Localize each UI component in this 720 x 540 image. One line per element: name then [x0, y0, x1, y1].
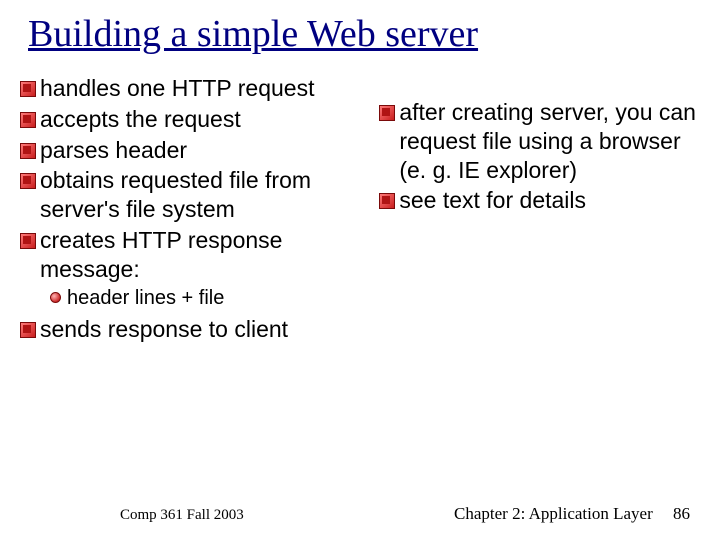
square-bullet-icon: [379, 105, 393, 119]
list-item: sends response to client: [20, 315, 367, 344]
list-item: accepts the request: [20, 105, 367, 134]
square-bullet-icon: [20, 173, 34, 187]
square-bullet-icon: [20, 143, 34, 157]
list-item: handles one HTTP request: [20, 74, 367, 103]
square-bullet-icon: [379, 193, 393, 207]
bullet-text: after creating server, you can request f…: [399, 98, 700, 184]
sub-list-item: header lines + file: [50, 285, 367, 311]
bullet-text: parses header: [40, 136, 187, 165]
sub-bullet-text: header lines + file: [67, 285, 224, 311]
left-column: handles one HTTP request accepts the req…: [20, 74, 367, 346]
bullet-text: handles one HTTP request: [40, 74, 314, 103]
list-item: parses header: [20, 136, 367, 165]
bullet-text: obtains requested file from server's fil…: [40, 166, 367, 224]
bullet-text: see text for details: [399, 186, 586, 215]
list-item: obtains requested file from server's fil…: [20, 166, 367, 224]
square-bullet-icon: [20, 322, 34, 336]
square-bullet-icon: [20, 233, 34, 247]
square-bullet-icon: [20, 81, 34, 95]
circle-bullet-icon: [50, 292, 61, 303]
list-item: after creating server, you can request f…: [379, 98, 700, 184]
footer-course: Comp 361 Fall 2003: [120, 507, 244, 524]
content-columns: handles one HTTP request accepts the req…: [0, 56, 720, 346]
right-column: after creating server, you can request f…: [379, 74, 700, 346]
page-number: 86: [673, 504, 690, 523]
list-item: creates HTTP response message:: [20, 226, 367, 284]
footer-chapter: Chapter 2: Application Layer 86: [454, 504, 690, 524]
bullet-text: creates HTTP response message:: [40, 226, 367, 284]
bullet-text: accepts the request: [40, 105, 241, 134]
footer-chapter-label: Chapter 2: Application Layer: [454, 504, 653, 523]
slide-title: Building a simple Web server: [0, 0, 720, 56]
square-bullet-icon: [20, 112, 34, 126]
list-item: see text for details: [379, 186, 700, 215]
bullet-text: sends response to client: [40, 315, 288, 344]
